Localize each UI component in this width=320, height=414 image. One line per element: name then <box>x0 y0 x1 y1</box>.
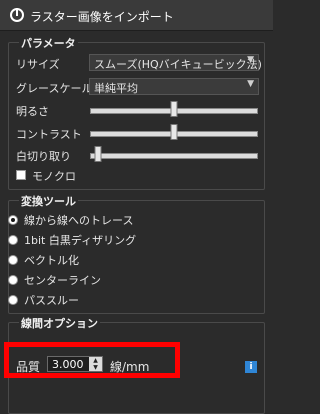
slider-thumb[interactable] <box>170 124 178 140</box>
app-logo-icon <box>10 8 24 22</box>
line-options-group-title: 線間オプション <box>19 315 100 331</box>
quality-spinbox[interactable]: 3.000 ▲ ▼ <box>47 356 103 372</box>
resize-value: スムーズ(HQバイキュービック法) <box>94 58 262 71</box>
slider-thumb[interactable] <box>170 101 178 117</box>
grayscale-label: グレースケール <box>16 82 93 95</box>
conversion-group-title: 変換ツール <box>19 193 78 209</box>
parameters-group-title: パラメータ <box>19 35 78 51</box>
radio-label: 1bit 白黒ディザリング <box>24 234 137 247</box>
radio-label: ベクトル化 <box>24 254 79 267</box>
slider-track <box>90 153 258 159</box>
grayscale-value: 単純平均 <box>94 82 138 95</box>
radio-vectorize[interactable]: ベクトル化 <box>8 252 79 267</box>
radio-icon <box>8 295 18 305</box>
radio-centerline[interactable]: センターライン <box>8 272 101 287</box>
slider-thumb[interactable] <box>94 146 102 162</box>
quality-label: 品質 <box>16 360 41 374</box>
threshold-label: 白切り取り <box>16 150 71 163</box>
radio-passthrough[interactable]: パススルー <box>8 292 79 307</box>
contrast-slider[interactable] <box>90 124 258 140</box>
radio-label: パススルー <box>24 294 79 307</box>
mono-checkbox[interactable] <box>16 170 26 180</box>
radio-selected-icon <box>8 215 18 225</box>
radio-label: センターライン <box>24 274 101 287</box>
contrast-label: コントラスト <box>16 128 82 141</box>
mono-label: モノクロ <box>32 170 76 183</box>
quality-value: 3.000 <box>52 358 84 371</box>
radio-icon <box>8 255 18 265</box>
brightness-slider[interactable] <box>90 101 258 117</box>
threshold-slider[interactable] <box>90 146 258 162</box>
radio-dither[interactable]: 1bit 白黒ディザリング <box>8 232 137 247</box>
spin-arrows-icon[interactable]: ▲ ▼ <box>89 357 102 371</box>
title-bar: ラスター画像をインポート <box>0 0 273 31</box>
radio-icon <box>8 235 18 245</box>
chevron-down-icon: ▼ <box>247 55 254 65</box>
chevron-down-icon: ▼ <box>247 79 254 89</box>
brightness-label: 明るさ <box>16 105 49 118</box>
window-title: ラスター画像をインポート <box>30 10 174 24</box>
resize-label: リサイズ <box>16 58 60 71</box>
radio-label: 線から線へのトレース <box>24 214 134 227</box>
quality-unit: 線/mm <box>110 360 150 374</box>
radio-icon <box>8 275 18 285</box>
resize-dropdown[interactable]: スムーズ(HQバイキュービック法) ▼ <box>89 54 262 71</box>
info-icon[interactable]: i <box>245 361 257 373</box>
grayscale-dropdown[interactable]: 単純平均 ▼ <box>89 78 259 95</box>
radio-trace[interactable]: 線から線へのトレース <box>8 212 134 227</box>
